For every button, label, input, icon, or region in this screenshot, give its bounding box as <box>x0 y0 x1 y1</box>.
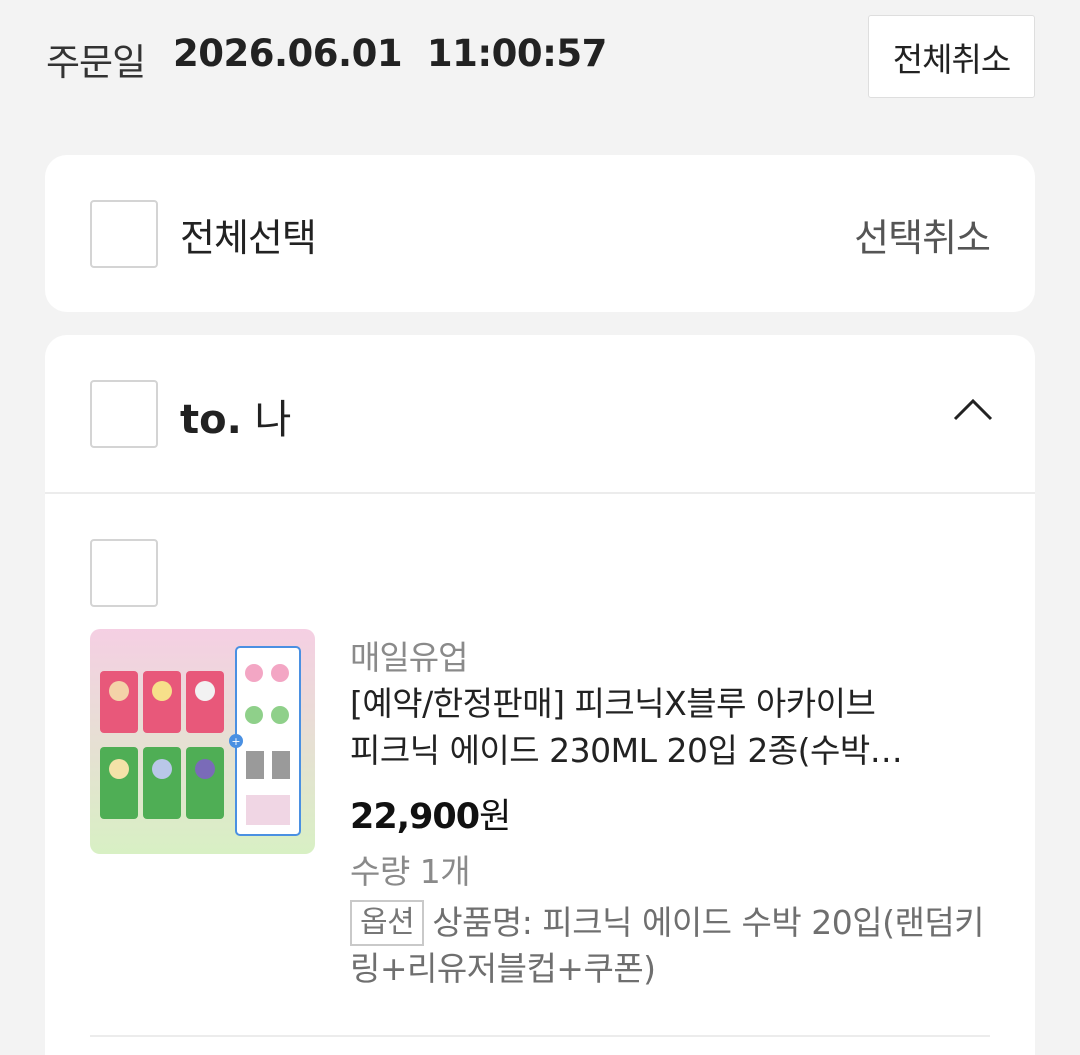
price-value: 22,900 <box>350 797 480 837</box>
product-price: 22,900원 <box>350 788 511 839</box>
product-name[interactable]: [예약/한정판매] 피크닉X블루 아카이브 피크닉 에이드 230ML 20입 … <box>350 680 990 774</box>
order-group-card: to. 나 + 매일유업 [예약/한정판매] 피크닉X블루 아카이브 피크닉 에… <box>45 335 1035 1055</box>
option-text: 상품명: 피크닉 에이드 수박 20입(랜덤키링+리유저블컵+쿠폰) <box>350 903 985 988</box>
recipient-label: to. 나 <box>180 387 291 445</box>
item-divider <box>90 1035 990 1037</box>
price-unit: 원 <box>479 797 511 837</box>
product-image: + <box>90 629 315 854</box>
select-all-label[interactable]: 전체선택 <box>180 207 317 262</box>
select-all-checkbox[interactable] <box>90 200 158 268</box>
product-quantity: 수량 1개 <box>350 852 471 891</box>
cancel-all-button[interactable]: 전체취소 <box>868 15 1035 98</box>
chevron-up-icon[interactable] <box>951 387 995 431</box>
product-name-line1: [예약/한정판매] 피크닉X블루 아카이브 <box>350 684 876 723</box>
svg-text:+: + <box>231 735 240 748</box>
cancel-selected-button[interactable]: 선택취소 <box>854 207 991 262</box>
option-badge: 옵션 <box>350 900 425 946</box>
seller-name: 매일유업 <box>350 638 468 677</box>
group-divider <box>45 492 1035 494</box>
recipient-name: 나 <box>254 397 292 443</box>
select-all-card: 전체선택 선택취소 <box>45 155 1035 312</box>
product-thumbnail[interactable]: + <box>90 629 315 854</box>
product-name-line2: 피크닉 에이드 230ML 20입 2종(수박… <box>350 731 903 770</box>
group-checkbox[interactable] <box>90 380 158 448</box>
recipient-prefix: to. <box>180 397 242 443</box>
item-checkbox[interactable] <box>90 539 158 607</box>
order-date-value: 2026.06.01 11:00:57 <box>173 32 607 75</box>
order-header: 주문일 2026.06.01 11:00:57 전체취소 <box>0 0 1080 120</box>
product-option: 옵션 상품명: 피크닉 에이드 수박 20입(랜덤키링+리유저블컵+쿠폰) <box>350 900 990 991</box>
order-date-label: 주문일 <box>46 41 146 84</box>
